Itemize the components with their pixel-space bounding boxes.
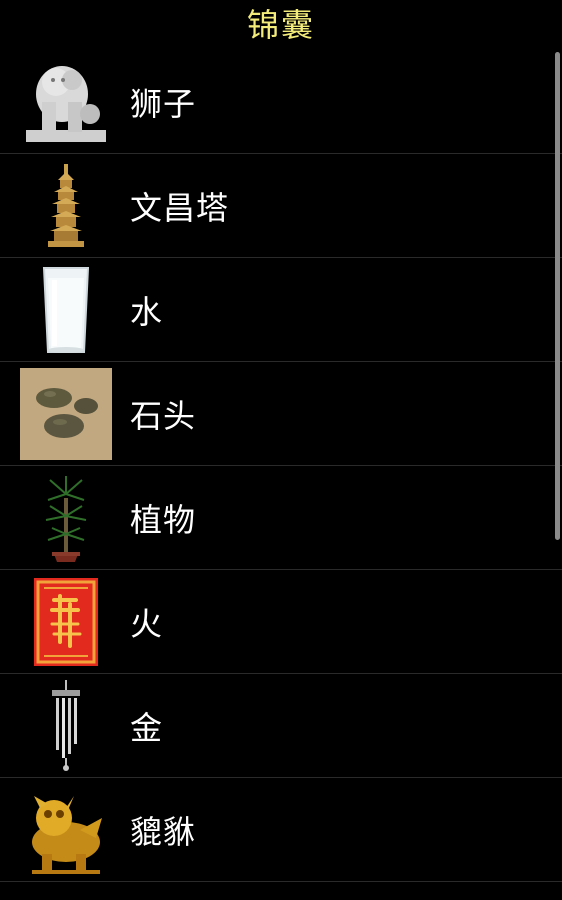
pagoda-icon [20, 160, 112, 252]
stone-lion-icon [20, 56, 112, 148]
list-item-label: 石头 [130, 396, 197, 435]
page-title: 锦囊 [246, 6, 315, 44]
list-item-lion[interactable]: 狮子 [0, 50, 562, 154]
app-screen: 锦囊 狮子 文昌塔 水 石头 植物 火 金 貔貅 [0, 0, 562, 900]
list-item-water[interactable]: 水 [0, 258, 562, 362]
list-item-stones[interactable]: 石头 [0, 362, 562, 466]
item-list: 狮子 文昌塔 水 石头 植物 火 金 貔貅 [0, 50, 562, 882]
list-item-label: 水 [130, 292, 164, 331]
list-item-label: 貔貅 [130, 812, 197, 851]
list-item-label: 文昌塔 [130, 188, 230, 227]
list-item-label: 植物 [130, 500, 197, 539]
list-item-plant[interactable]: 植物 [0, 466, 562, 570]
list-item-label: 狮子 [130, 84, 197, 123]
scrollbar[interactable] [555, 52, 560, 540]
wind-chime-icon [20, 679, 112, 772]
potted-plant-icon [20, 472, 112, 564]
list-item-fire[interactable]: 火 [0, 570, 562, 674]
water-glass-icon [20, 264, 112, 356]
stones-icon [20, 367, 112, 460]
list-item-pixiu[interactable]: 貔貅 [0, 778, 562, 882]
golden-pixiu-icon [20, 784, 112, 876]
list-item-metal[interactable]: 金 [0, 674, 562, 778]
list-item-label: 金 [130, 708, 164, 747]
red-fortune-card-icon [20, 576, 112, 668]
list-item-label: 火 [130, 604, 164, 643]
list-item-pagoda[interactable]: 文昌塔 [0, 154, 562, 258]
